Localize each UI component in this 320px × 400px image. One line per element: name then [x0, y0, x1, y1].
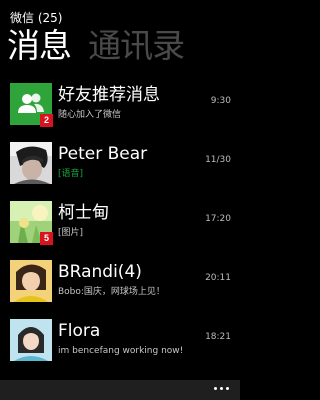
unread-badge: 2: [40, 114, 53, 127]
conversation-name: BRandi(4): [58, 262, 142, 282]
conversation-item[interactable]: BRandi(4) Bobo:国庆，网球场上见！ 20:11: [0, 260, 240, 318]
conversation-name: Flora: [58, 321, 101, 341]
tab-messages[interactable]: 消息: [7, 24, 72, 68]
conversation-item[interactable]: Peter Bear [语音] 11/30: [0, 142, 240, 200]
conversation-name: Peter Bear: [58, 144, 148, 164]
conversation-item[interactable]: 2 好友推荐消息 随心加入了微信 9:30: [0, 83, 240, 141]
conversation-name: 好友推荐消息: [58, 85, 160, 105]
avatar: [10, 142, 52, 184]
pivot-header: 消息 通讯录: [7, 24, 185, 68]
conversation-preview: Bobo:国庆，网球场上见！: [58, 287, 165, 297]
ellipsis-icon[interactable]: [214, 387, 230, 391]
conversation-preview: [图片]: [58, 228, 84, 238]
tab-contacts[interactable]: 通讯录: [88, 24, 185, 68]
conversation-time: 11/30: [205, 155, 231, 165]
conversation-item[interactable]: 5 柯士甸 [图片] 17:20: [0, 201, 240, 259]
avatar: [10, 260, 52, 302]
conversation-time: 20:11: [205, 273, 231, 283]
conversation-preview: [语音]: [58, 169, 84, 179]
conversation-time: 17:20: [205, 214, 231, 224]
conversation-name: 柯士甸: [58, 203, 109, 223]
avatar: [10, 319, 52, 361]
conversation-time: 18:21: [205, 332, 231, 342]
unread-badge: 5: [40, 232, 53, 245]
conversation-preview: 随心加入了微信: [58, 110, 122, 120]
app-bar: [0, 380, 240, 400]
conversation-time: 9:30: [210, 96, 231, 106]
conversation-item[interactable]: Flora im bencefang working now! 18:21: [0, 319, 240, 377]
conversation-preview: im bencefang working now!: [58, 346, 184, 356]
